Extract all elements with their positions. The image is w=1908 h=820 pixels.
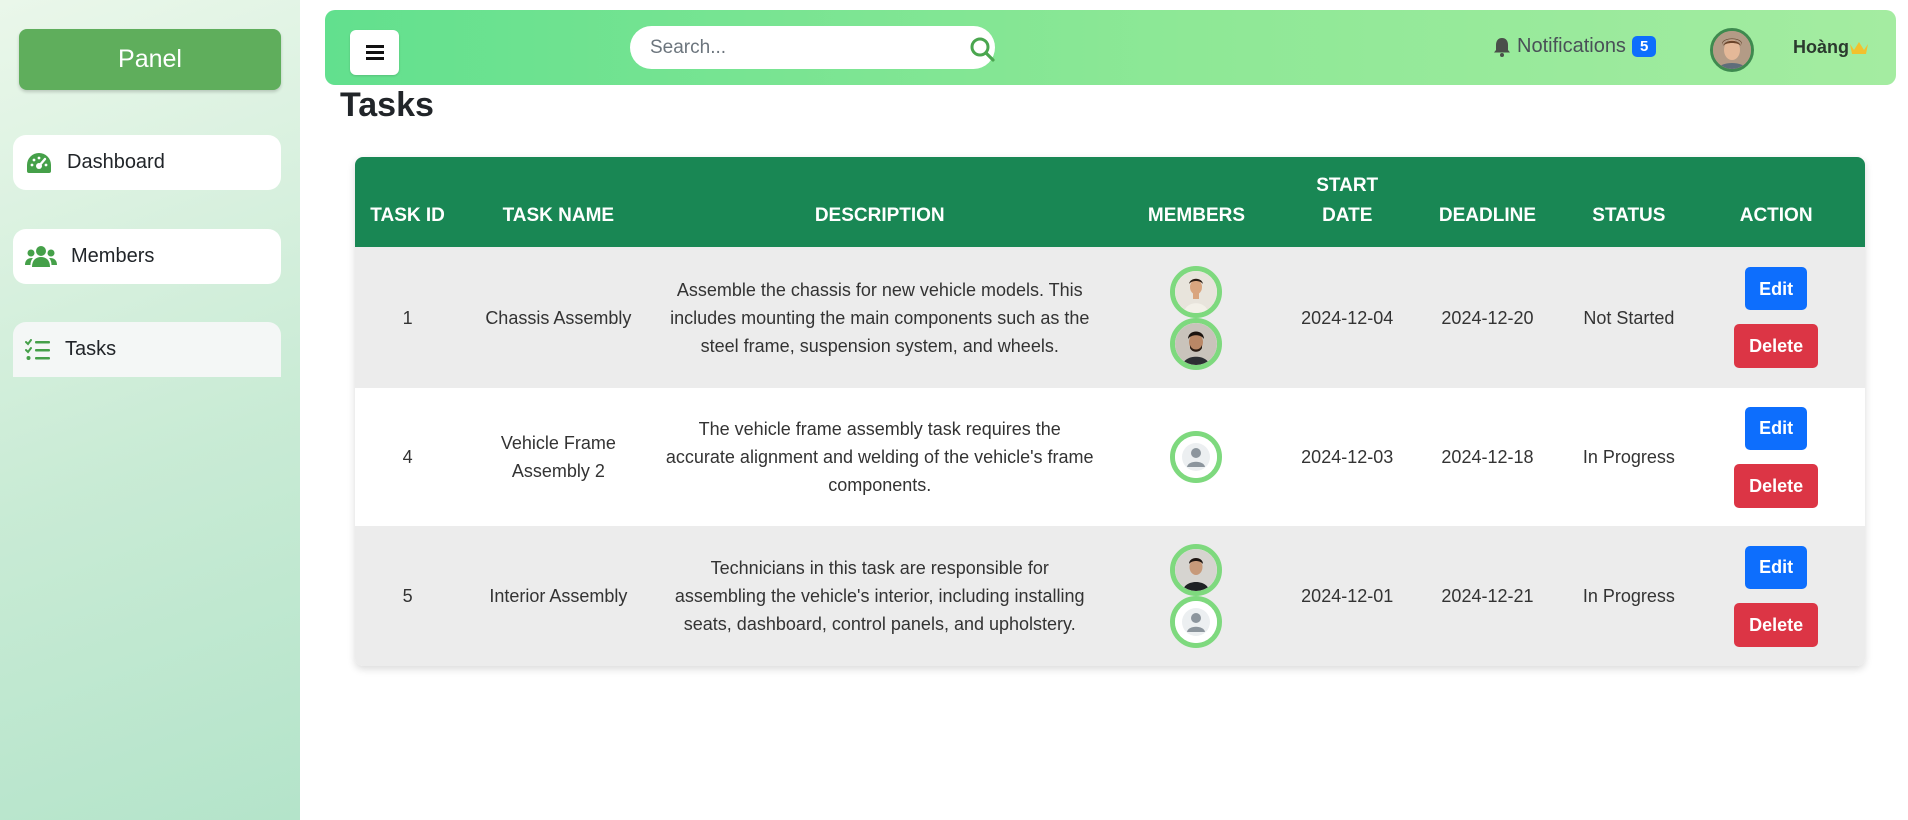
status-cell: Not Started [1570, 247, 1688, 388]
task-description-cell: Assemble the chassis for new vehicle mod… [656, 247, 1103, 388]
speedometer-icon [27, 152, 51, 173]
start-date-cell: 2024-12-04 [1289, 247, 1405, 388]
panel-brand-label: Panel [118, 45, 182, 73]
sidebar-item-tasks[interactable]: Tasks [13, 322, 281, 377]
header-description[interactable]: DESCRIPTION [656, 157, 1103, 247]
action-cell: Edit Delete [1687, 388, 1865, 526]
default-user-icon [1175, 601, 1218, 643]
table-row: 5 Interior Assembly Technicians in this … [355, 526, 1865, 666]
sidebar-item-members[interactable]: Members [13, 229, 281, 284]
task-list-icon [25, 338, 50, 360]
sidebar-item-label: Dashboard [67, 151, 165, 173]
member-avatar[interactable] [1170, 431, 1223, 483]
status-cell: In Progress [1570, 388, 1688, 526]
header-status[interactable]: STATUS [1570, 157, 1688, 247]
panel-brand-button[interactable]: Panel [19, 29, 281, 90]
table-header-row: TASK ID TASK NAME DESCRIPTION MEMBERS ST… [355, 157, 1865, 247]
header-start-date[interactable]: START DATE [1289, 157, 1405, 247]
member-photo-icon [1175, 270, 1218, 313]
table-row: 1 Chassis Assembly Assemble the chassis … [355, 247, 1865, 388]
header-action: ACTION [1687, 157, 1865, 247]
menu-toggle-button[interactable] [350, 30, 399, 75]
task-name-cell: Chassis Assembly [460, 247, 657, 388]
default-user-icon [1175, 436, 1218, 478]
delete-button[interactable]: Delete [1734, 463, 1819, 508]
task-description-cell: The vehicle frame assembly task requires… [656, 388, 1103, 526]
user-name-label: Hoàng [1793, 37, 1849, 57]
edit-button[interactable]: Edit [1745, 545, 1808, 589]
task-name-cell: Vehicle Frame Assembly 2 [460, 388, 657, 526]
header-members[interactable]: MEMBERS [1102, 157, 1290, 247]
deadline-cell: 2024-12-20 [1404, 247, 1571, 388]
task-members-cell [1102, 388, 1290, 526]
start-date-cell: 2024-12-01 [1289, 526, 1405, 666]
topbar: Notifications 5 Hoàng [325, 10, 1896, 85]
task-id-cell: 5 [355, 526, 461, 666]
task-description-cell: Technicians in this task are responsible… [656, 526, 1103, 666]
search-bar [630, 26, 995, 69]
status-cell: In Progress [1570, 526, 1688, 666]
task-members-cell [1102, 526, 1290, 666]
action-cell: Edit Delete [1687, 526, 1865, 666]
notifications-count-badge: 5 [1631, 36, 1657, 57]
crown-icon [1850, 41, 1868, 54]
sidebar-item-label: Tasks [65, 338, 117, 360]
edit-button[interactable]: Edit [1745, 267, 1808, 310]
delete-button[interactable]: Delete [1734, 324, 1819, 368]
sidebar-item-label: Members [71, 245, 155, 267]
member-avatar[interactable] [1170, 265, 1223, 318]
task-id-cell: 1 [355, 247, 461, 388]
user-avatar[interactable] [1710, 28, 1754, 72]
notifications-button[interactable]: Notifications 5 [1493, 35, 1657, 58]
start-date-cell: 2024-12-03 [1289, 388, 1405, 526]
delete-button[interactable]: Delete [1734, 602, 1819, 647]
user-photo-icon [1713, 31, 1751, 69]
header-deadline[interactable]: DEADLINE [1404, 157, 1571, 247]
sidebar: Panel Dashboard Members Tasks [0, 0, 300, 820]
task-id-cell: 4 [355, 388, 461, 526]
edit-button[interactable]: Edit [1745, 406, 1808, 450]
member-photo-icon [1175, 549, 1218, 591]
member-avatar[interactable] [1170, 544, 1223, 596]
header-task-id[interactable]: TASK ID [355, 157, 461, 247]
action-cell: Edit Delete [1687, 247, 1865, 388]
search-input[interactable] [630, 26, 930, 69]
users-icon [25, 245, 57, 267]
bell-icon [1494, 37, 1510, 57]
deadline-cell: 2024-12-21 [1404, 526, 1571, 666]
member-avatar[interactable] [1170, 596, 1223, 648]
task-members-cell [1102, 247, 1290, 388]
member-photo-icon [1175, 322, 1218, 365]
deadline-cell: 2024-12-18 [1404, 388, 1571, 526]
table-row: 4 Vehicle Frame Assembly 2 The vehicle f… [355, 388, 1865, 526]
task-name-cell: Interior Assembly [460, 526, 657, 666]
user-name[interactable]: Hoàng [1793, 37, 1869, 58]
notifications-label: Notifications [1517, 35, 1626, 57]
hamburger-icon [365, 45, 384, 60]
page-title: Tasks [340, 86, 434, 124]
member-avatar[interactable] [1170, 317, 1223, 370]
search-icon[interactable] [969, 36, 995, 62]
tasks-table: TASK ID TASK NAME DESCRIPTION MEMBERS ST… [355, 157, 1865, 666]
header-task-name[interactable]: TASK NAME [460, 157, 657, 247]
sidebar-item-dashboard[interactable]: Dashboard [13, 135, 281, 190]
